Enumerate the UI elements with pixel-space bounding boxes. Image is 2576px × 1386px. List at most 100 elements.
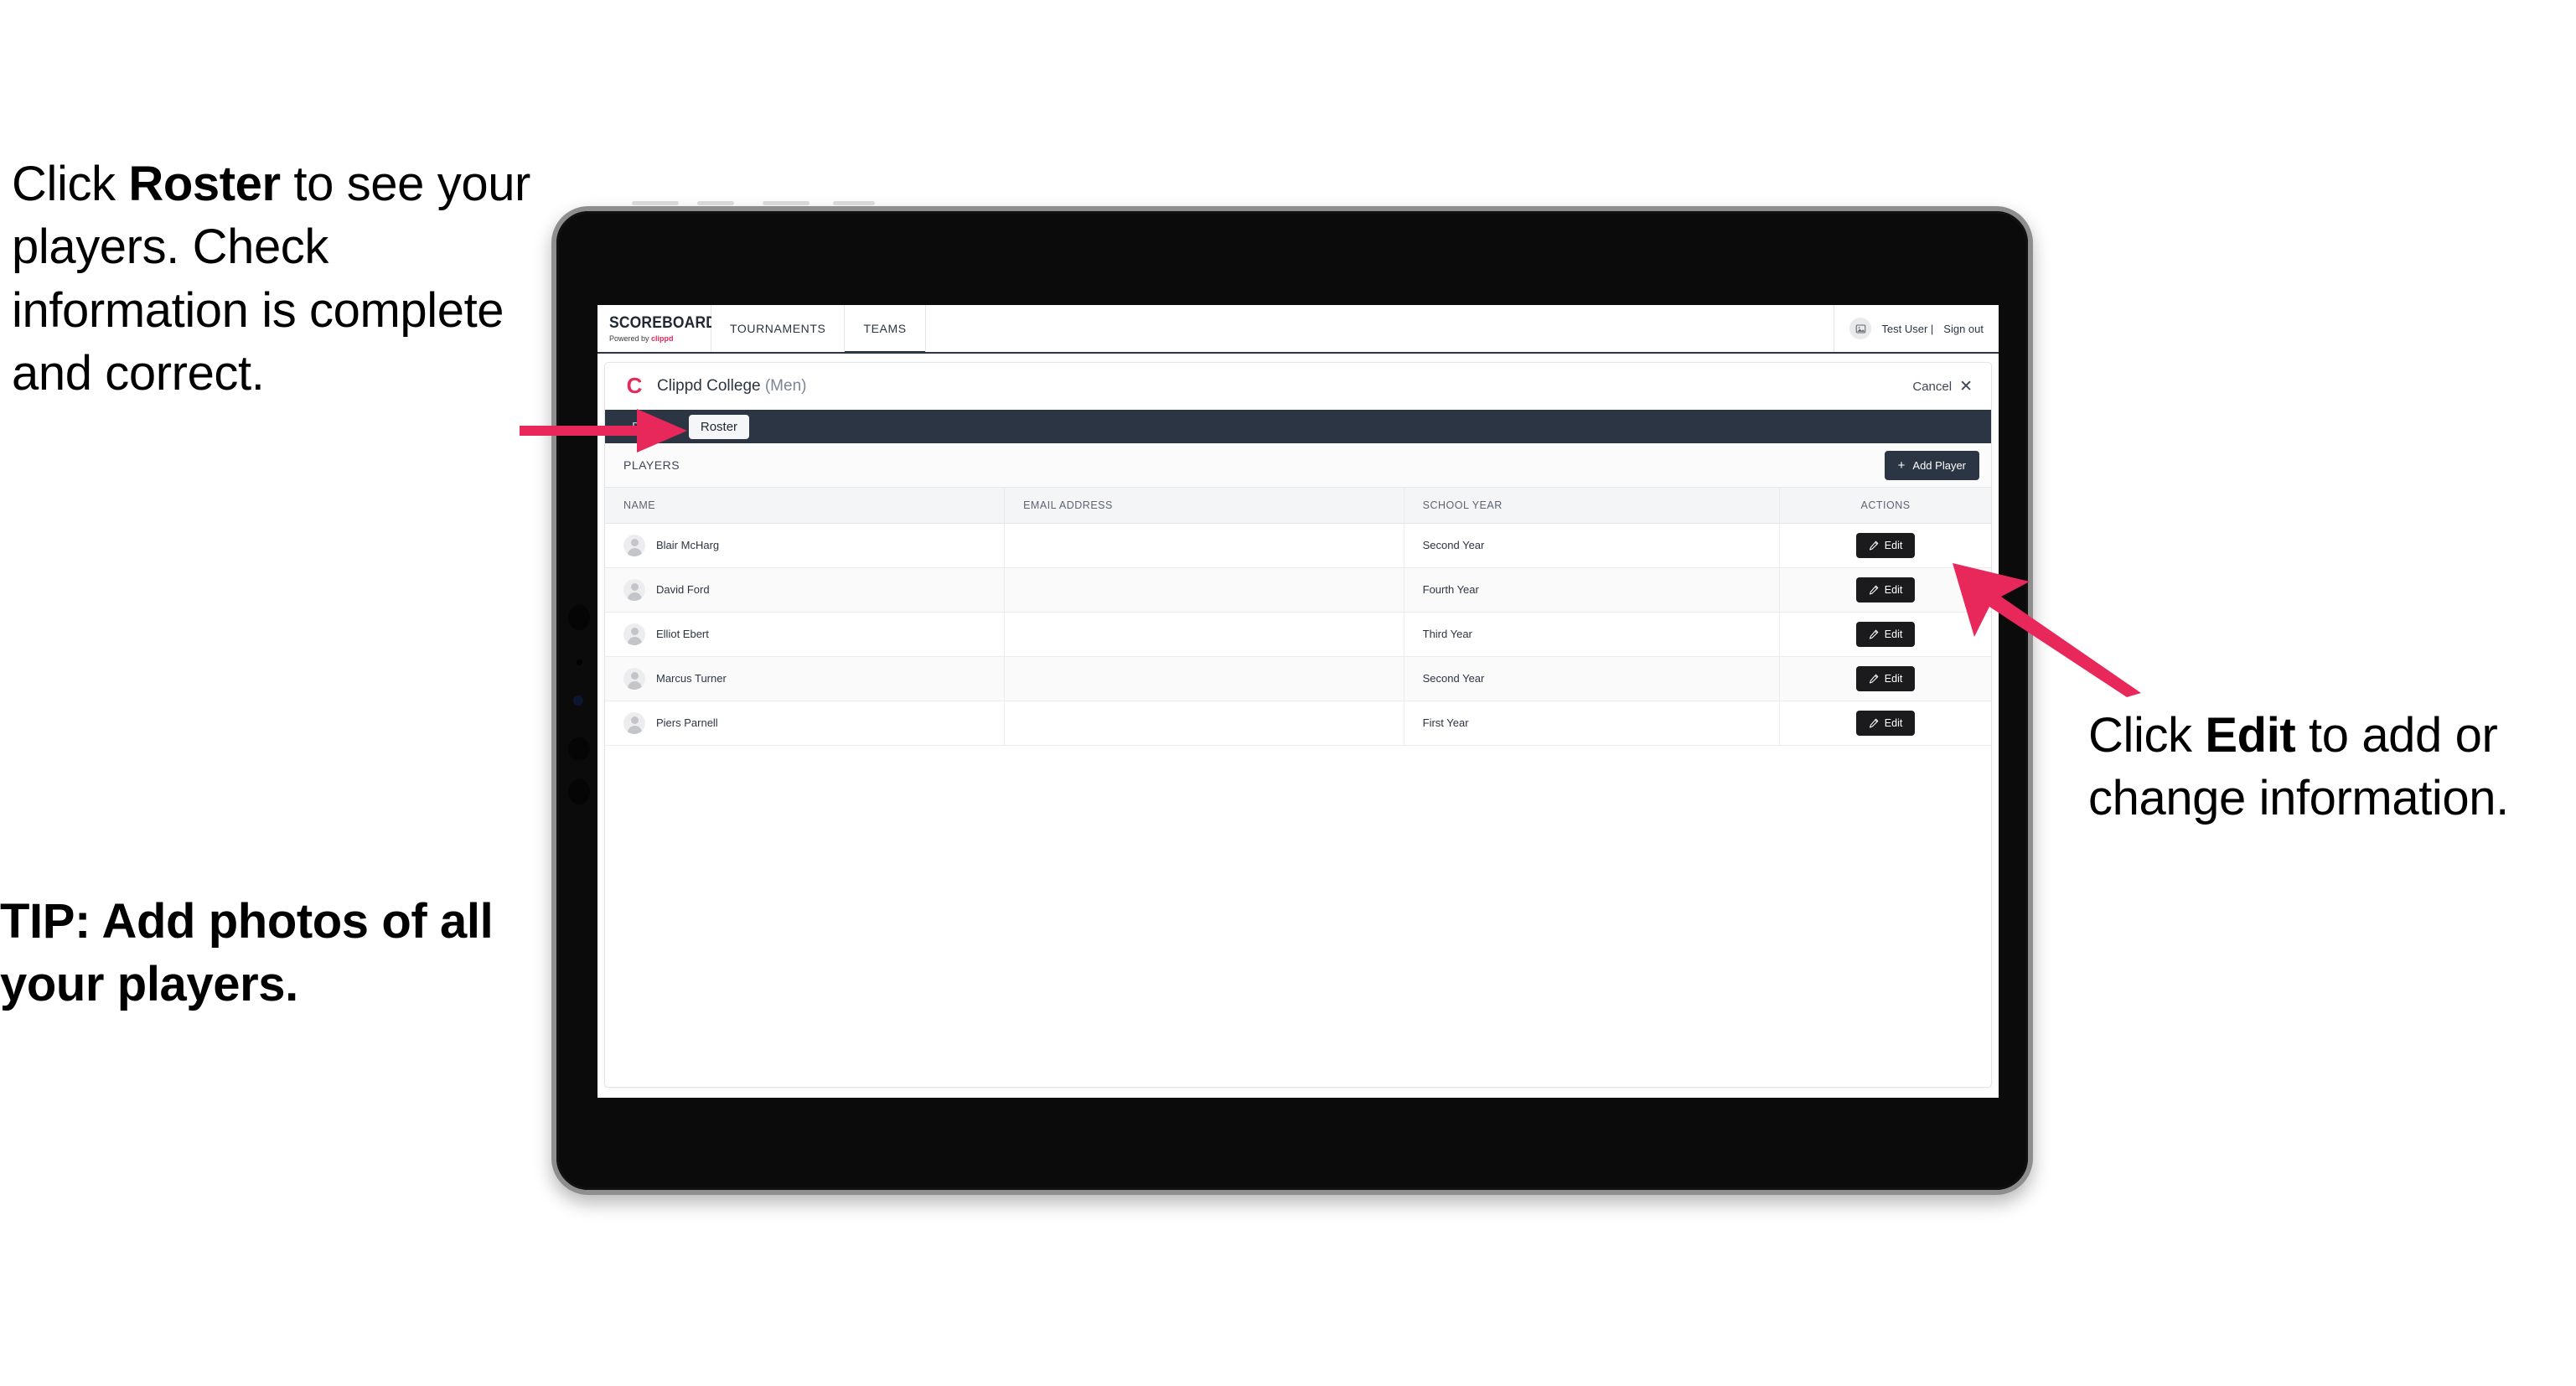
column-header-email[interactable]: EMAIL ADDRESS: [1004, 488, 1404, 524]
camera-icon: [568, 605, 590, 630]
user-image-icon[interactable]: [1849, 318, 1872, 339]
player-identity: Piers Parnell: [623, 711, 1004, 734]
edit-button[interactable]: Edit: [1855, 577, 1916, 602]
team-detail-card: C Clippd College (Men) Cancel ✕ Details …: [604, 362, 1992, 1088]
roster-table-head: NAME EMAIL ADDRESS SCHOOL YEAR ACTIONS: [605, 488, 1991, 524]
avatar: [623, 534, 645, 556]
pencil-icon: [1869, 540, 1879, 550]
avatar-body-icon: [627, 592, 642, 601]
pencil-icon: [1869, 674, 1879, 683]
edit-button[interactable]: Edit: [1855, 532, 1916, 558]
sensor-dot-icon: [577, 659, 582, 665]
avatar-body-icon: [627, 680, 642, 690]
annotation-right-bold: Edit: [2205, 708, 2296, 763]
player-identity: David Ford: [623, 578, 1004, 601]
team-logo-icon: C: [626, 373, 643, 398]
table-row[interactable]: Marcus Turner Second Year Edit: [605, 656, 1991, 701]
players-section-label: PLAYERS: [623, 458, 680, 472]
brand-sub-mark: clippd: [651, 334, 674, 343]
pencil-icon: [1869, 718, 1879, 727]
slide-canvas: Click Roster to see your players. Check …: [0, 0, 2576, 1386]
sign-out-link[interactable]: Sign out: [1943, 323, 1984, 335]
edit-button-label: Edit: [1884, 539, 1903, 551]
card-subtab-bar: Details Roster: [605, 410, 1991, 443]
brand-title: SCOREBOARD: [609, 314, 717, 332]
team-gender-text: (Men): [764, 377, 807, 395]
table-row[interactable]: Blair McHarg Second Year Edit: [605, 523, 1991, 568]
pointer-arrow-right: [1953, 563, 2141, 697]
cell-email: [1004, 701, 1404, 746]
player-identity: Elliot Ebert: [623, 623, 1004, 645]
user-name-label: Test User |: [1881, 322, 1934, 335]
avatar-head-icon: [630, 627, 639, 635]
avatar-body-icon: [627, 636, 642, 645]
user-menu: Test User | Sign out: [1834, 305, 1999, 352]
cell-email: [1004, 523, 1404, 568]
edit-button[interactable]: Edit: [1855, 665, 1916, 691]
cell-school-year: First Year: [1404, 701, 1781, 746]
speaker-mark: [632, 201, 679, 205]
annotation-tip: TIP: Add photos of all your players.: [0, 894, 494, 1012]
avatar-head-icon: [630, 582, 639, 591]
cancel-button[interactable]: Cancel ✕: [1912, 379, 1973, 395]
player-name-label: Marcus Turner: [656, 672, 727, 685]
app-screen: SCOREBOARD Powered by clippd TOURNAMENTS…: [597, 305, 1999, 1098]
avatar-body-icon: [627, 725, 642, 734]
edit-button[interactable]: Edit: [1855, 621, 1916, 647]
edit-button-label: Edit: [1884, 628, 1903, 640]
pointer-arrow-left: [520, 409, 687, 453]
table-row[interactable]: Piers Parnell First Year Edit: [605, 701, 1991, 746]
annotation-right-pre: Click: [2088, 708, 2206, 763]
annotation-left: Click Roster to see your players. Check …: [12, 153, 548, 406]
cell-school-year: Fourth Year: [1404, 567, 1781, 613]
column-header-actions: ACTIONS: [1779, 488, 1991, 524]
annotation-right: Click Edit to add or change information.: [2088, 704, 2574, 830]
avatar-head-icon: [630, 716, 639, 724]
team-name-text: Clippd College: [657, 377, 761, 395]
player-name-label: Piers Parnell: [656, 716, 718, 729]
cell-name: David Ford: [605, 567, 1006, 613]
nav-spacer: [926, 305, 1835, 352]
add-player-button[interactable]: + Add Player: [1884, 450, 1979, 480]
top-navigation-bar: SCOREBOARD Powered by clippd TOURNAMENTS…: [597, 305, 1999, 354]
plus-icon: +: [1897, 458, 1906, 473]
speaker-mark: [833, 201, 875, 205]
player-name-label: Elliot Ebert: [656, 628, 709, 640]
sensor-lens-icon: [573, 696, 583, 706]
column-header-year[interactable]: SCHOOL YEAR: [1404, 488, 1781, 524]
close-icon: ✕: [1959, 377, 1973, 396]
player-identity: Blair McHarg: [623, 534, 1004, 556]
column-header-name[interactable]: NAME: [605, 488, 1006, 524]
players-toolbar: PLAYERS + Add Player: [605, 443, 1991, 488]
annotation-left-bold: Roster: [128, 157, 281, 211]
table-header-row: NAME EMAIL ADDRESS SCHOOL YEAR ACTIONS: [605, 488, 1991, 524]
player-name-label: David Ford: [656, 583, 710, 596]
sensor-dot-icon: [568, 737, 590, 761]
cell-email: [1004, 656, 1404, 701]
avatar-body-icon: [627, 547, 642, 556]
pencil-icon: [1869, 629, 1879, 639]
nav-tab-teams[interactable]: TEAMS: [845, 305, 926, 354]
cell-name: Marcus Turner: [605, 656, 1006, 701]
cell-email: [1004, 612, 1404, 657]
team-name-title: Clippd College (Men): [657, 377, 806, 396]
brand-subtitle: Powered by clippd: [609, 334, 711, 343]
nav-tab-tournaments[interactable]: TOURNAMENTS: [711, 305, 846, 352]
avatar: [623, 623, 645, 645]
edit-button-label: Edit: [1884, 716, 1903, 729]
avatar: [623, 667, 645, 690]
pencil-icon: [1869, 585, 1879, 594]
table-row[interactable]: Elliot Ebert Third Year Edit: [605, 612, 1991, 657]
table-row[interactable]: David Ford Fourth Year Edit: [605, 567, 1991, 613]
cell-school-year: Third Year: [1404, 612, 1781, 657]
avatar-head-icon: [630, 538, 639, 546]
annotation-left-pre: Click: [12, 157, 129, 211]
brand-sub-prefix: Powered by: [609, 334, 652, 343]
cell-school-year: Second Year: [1404, 523, 1781, 568]
image-glyph-icon: [1855, 324, 1866, 333]
cancel-label: Cancel: [1912, 379, 1953, 394]
speaker-mark: [763, 201, 810, 205]
player-identity: Marcus Turner: [623, 667, 1004, 690]
edit-button[interactable]: Edit: [1855, 710, 1916, 736]
brand-logo[interactable]: SCOREBOARD Powered by clippd: [597, 305, 717, 352]
